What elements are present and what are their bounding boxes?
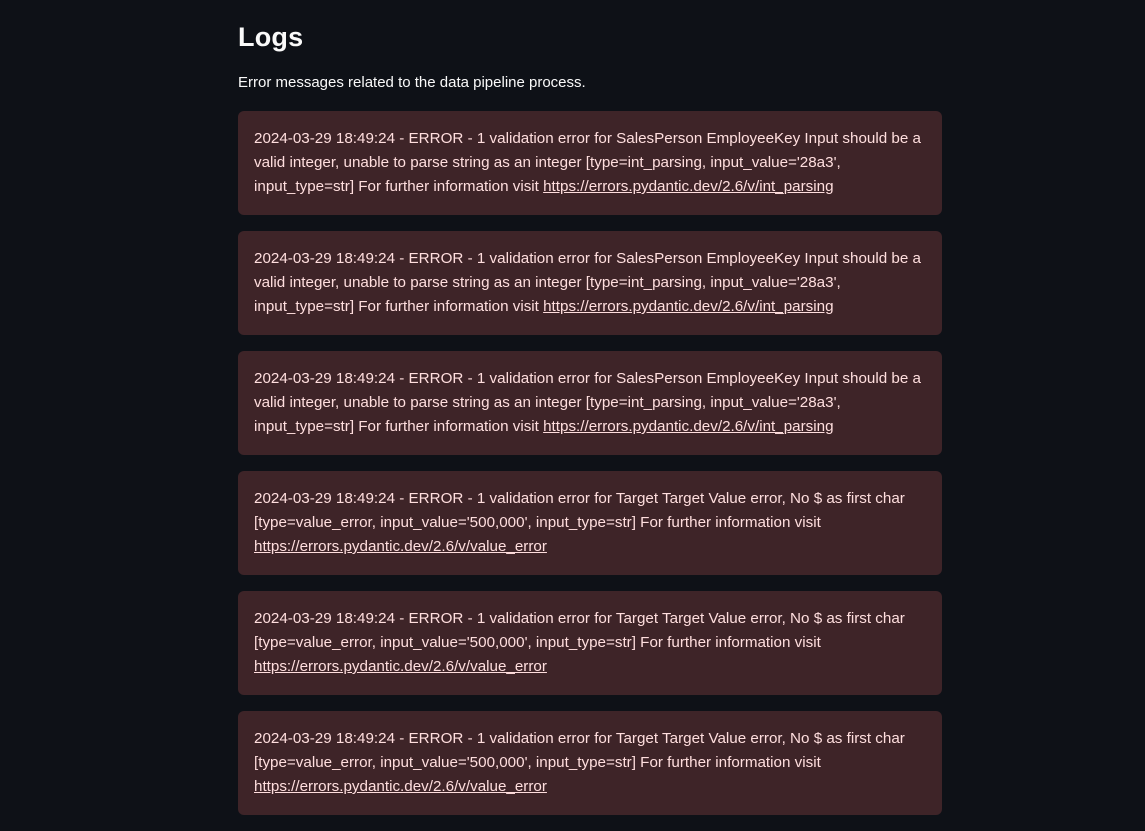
- page-title: Logs: [238, 22, 304, 52]
- error-docs-link[interactable]: https://errors.pydantic.dev/2.6/v/int_pa…: [543, 298, 833, 315]
- error-log-message: 2024-03-29 18:49:24 - ERROR - 1 validati…: [254, 490, 905, 531]
- error-docs-link[interactable]: https://errors.pydantic.dev/2.6/v/int_pa…: [543, 178, 833, 195]
- log-list: 2024-03-29 18:49:24 - ERROR - 1 validati…: [238, 111, 942, 815]
- error-log-item: 2024-03-29 18:49:24 - ERROR - 1 validati…: [238, 231, 942, 335]
- error-log-message: 2024-03-29 18:49:24 - ERROR - 1 validati…: [254, 730, 905, 771]
- error-log-item: 2024-03-29 18:49:24 - ERROR - 1 validati…: [238, 591, 942, 695]
- error-docs-link[interactable]: https://errors.pydantic.dev/2.6/v/value_…: [254, 778, 547, 795]
- error-docs-link[interactable]: https://errors.pydantic.dev/2.6/v/value_…: [254, 538, 547, 555]
- error-log-item: 2024-03-29 18:49:24 - ERROR - 1 validati…: [238, 711, 942, 815]
- main-content: Logs Error messages related to the data …: [238, 0, 942, 831]
- error-log-item: 2024-03-29 18:49:24 - ERROR - 1 validati…: [238, 351, 942, 455]
- error-docs-link[interactable]: https://errors.pydantic.dev/2.6/v/value_…: [254, 658, 547, 675]
- error-log-item: 2024-03-29 18:49:24 - ERROR - 1 validati…: [238, 471, 942, 575]
- error-docs-link[interactable]: https://errors.pydantic.dev/2.6/v/int_pa…: [543, 418, 833, 435]
- page-subtitle: Error messages related to the data pipel…: [238, 74, 586, 91]
- error-log-item: 2024-03-29 18:49:24 - ERROR - 1 validati…: [238, 111, 942, 215]
- error-log-message: 2024-03-29 18:49:24 - ERROR - 1 validati…: [254, 610, 905, 651]
